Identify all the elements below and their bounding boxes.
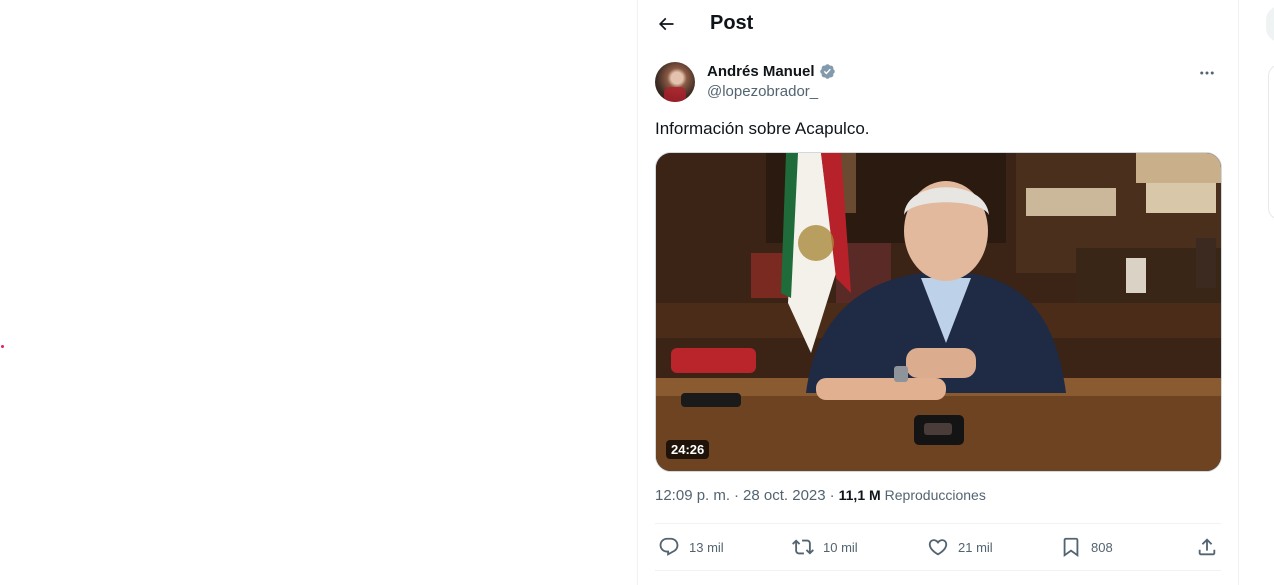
back-button[interactable] <box>652 10 680 38</box>
verified-badge-icon <box>819 64 835 79</box>
heart-icon <box>928 539 948 556</box>
reply-button[interactable]: 13 mil <box>658 536 724 558</box>
repost-count: 10 mil <box>823 539 858 555</box>
post-text: Información sobre Acapulco. <box>655 119 870 138</box>
meta-separator: · <box>734 487 740 504</box>
avatar[interactable] <box>655 62 695 102</box>
bookmark-count: 808 <box>1091 539 1113 555</box>
divider <box>655 570 1221 571</box>
bookmark-button[interactable]: 808 <box>1060 536 1113 558</box>
post-time[interactable]: 12:09 p. m. <box>655 487 730 504</box>
repost-button[interactable]: 10 mil <box>792 536 858 558</box>
post-meta: 12:09 p. m. · 28 oct. 2023 · 11,1 M Repr… <box>655 487 986 504</box>
video-player[interactable]: 24:26 <box>655 152 1222 472</box>
share-button[interactable] <box>1196 536 1218 558</box>
post-author: Andrés Manuel @lopezobrador_ <box>655 62 1221 104</box>
right-sidebar-card-edge <box>1268 64 1274 220</box>
video-thumbnail <box>656 153 1221 471</box>
author-handle[interactable]: @lopezobrador_ <box>707 83 818 100</box>
author-name-row: Andrés Manuel <box>707 63 836 80</box>
empty-left-area <box>0 0 637 585</box>
post-header: Post <box>638 0 1238 48</box>
share-icon <box>1198 538 1216 556</box>
like-button[interactable]: 21 mil <box>927 536 993 558</box>
bookmark-icon <box>1063 537 1079 558</box>
meta-separator: · <box>829 487 835 504</box>
post-date[interactable]: 28 oct. 2023 <box>743 487 826 504</box>
more-dots-icon <box>1200 71 1214 75</box>
author-name[interactable]: Andrés Manuel <box>707 63 815 80</box>
views-count: 11,1 M <box>838 487 881 503</box>
right-sidebar-search-edge[interactable] <box>1266 6 1274 42</box>
arrow-left-icon <box>658 17 674 31</box>
repost-icon <box>792 539 814 555</box>
views-label: Reproducciones <box>884 487 986 503</box>
reply-icon <box>659 537 679 556</box>
action-bar: 13 mil 10 mil 21 mil 808 <box>655 524 1221 570</box>
video-duration-badge: 24:26 <box>666 440 710 459</box>
more-options-button[interactable] <box>1193 62 1221 84</box>
red-dot-marker <box>1 345 4 348</box>
like-count: 21 mil <box>958 539 993 555</box>
reply-count: 13 mil <box>689 539 724 555</box>
post-column: Post Andrés Manuel @lopezobrador_ Inform… <box>637 0 1239 585</box>
page-title: Post <box>710 12 754 34</box>
